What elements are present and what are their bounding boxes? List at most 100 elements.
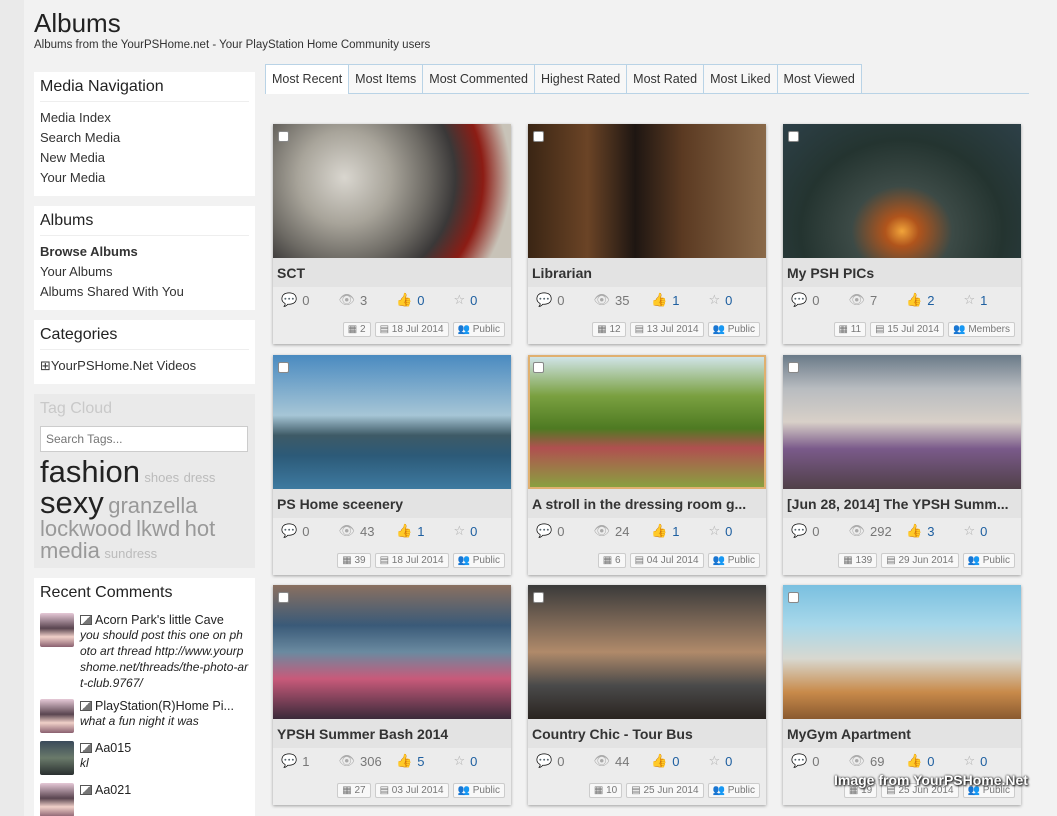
tag-dress[interactable]: dress (184, 470, 216, 485)
thumbs-up-icon[interactable]: 👍 (906, 753, 922, 769)
tag-granzella[interactable]: granzella (108, 493, 197, 518)
thumbs-up-icon[interactable]: 👍 (396, 523, 412, 539)
thumbs-up-icon[interactable]: 👍 (651, 523, 667, 539)
search-tags-input[interactable] (40, 426, 248, 452)
comment-title[interactable]: Aa021 (80, 783, 248, 797)
album-title[interactable]: A stroll in the dressing room g... (528, 489, 766, 518)
album-card[interactable]: PS Home sceenery 💬 0 👁 43 👍 1 ☆ 0 ▦ 39 ▤ 18 Jul 20… (273, 355, 511, 575)
album-thumbnail[interactable] (783, 585, 1021, 719)
likes-count[interactable]: 0 (417, 293, 424, 308)
star-icon[interactable]: ☆ (454, 523, 466, 539)
album-thumbnail[interactable] (273, 355, 511, 489)
likes-count[interactable]: 1 (672, 293, 679, 308)
tag-shoes[interactable]: shoes (144, 470, 179, 485)
album-card[interactable]: A stroll in the dressing room g... 💬 0 👁 24 👍… (528, 355, 766, 575)
select-checkbox[interactable] (788, 131, 799, 142)
expand-plus-icon[interactable]: ⊞ (40, 358, 51, 373)
select-checkbox[interactable] (278, 131, 289, 142)
star-icon[interactable]: ☆ (964, 292, 976, 308)
tab-most-commented[interactable]: Most Commented (422, 64, 535, 93)
star-icon[interactable]: ☆ (454, 292, 466, 308)
avatar[interactable] (40, 613, 74, 647)
avatar[interactable] (40, 699, 74, 733)
thumbs-up-icon[interactable]: 👍 (906, 523, 922, 539)
tag-fashion[interactable]: fashion (40, 454, 140, 489)
select-checkbox[interactable] (788, 592, 799, 603)
avatar[interactable] (40, 741, 74, 775)
tab-most-viewed[interactable]: Most Viewed (776, 64, 862, 93)
tag-sexy[interactable]: sexy (40, 485, 104, 520)
likes-count[interactable]: 5 (417, 754, 424, 769)
album-thumbnail[interactable] (273, 585, 511, 719)
album-thumbnail[interactable] (528, 355, 766, 489)
album-title[interactable]: [Jun 28, 2014] The YPSH Summ... (783, 489, 1021, 518)
comment-title[interactable]: PlayStation(R)Home Pi... (80, 699, 248, 713)
rating-count[interactable]: 0 (980, 754, 987, 769)
star-icon[interactable]: ☆ (709, 292, 721, 308)
rating-count[interactable]: 0 (470, 754, 477, 769)
rating-count[interactable]: 1 (980, 293, 987, 308)
tab-most-items[interactable]: Most Items (348, 64, 424, 93)
likes-count[interactable]: 1 (417, 524, 424, 539)
your-media-link[interactable]: Your Media (40, 168, 249, 188)
select-checkbox[interactable] (788, 362, 799, 373)
album-title[interactable]: SCT (273, 258, 511, 287)
star-icon[interactable]: ☆ (709, 753, 721, 769)
rating-count[interactable]: 0 (725, 754, 732, 769)
new-media-link[interactable]: New Media (40, 148, 249, 168)
album-thumbnail[interactable] (783, 355, 1021, 489)
tab-most-liked[interactable]: Most Liked (703, 64, 778, 93)
tag-sundress[interactable]: sundress (104, 546, 157, 561)
rating-count[interactable]: 0 (470, 293, 477, 308)
search-media-link[interactable]: Search Media (40, 128, 249, 148)
likes-count[interactable]: 1 (672, 524, 679, 539)
tag-hot[interactable]: hot (185, 516, 216, 541)
avatar[interactable] (40, 783, 74, 816)
select-checkbox[interactable] (533, 131, 544, 142)
select-checkbox[interactable] (533, 592, 544, 603)
album-thumbnail[interactable] (273, 124, 511, 258)
select-checkbox[interactable] (278, 592, 289, 603)
category-videos-link[interactable]: ⊞YourPSHome.Net Videos (40, 356, 249, 376)
thumbs-up-icon[interactable]: 👍 (396, 753, 412, 769)
album-title[interactable]: Librarian (528, 258, 766, 287)
album-title[interactable]: Country Chic - Tour Bus (528, 719, 766, 748)
album-card[interactable]: My PSH PICs 💬 0 👁 7 👍 2 ☆ 1 ▦ 11 ▤ 15 Jul 2014 👥 Me… (783, 124, 1021, 344)
thumbs-up-icon[interactable]: 👍 (651, 753, 667, 769)
your-albums-link[interactable]: Your Albums (40, 262, 249, 282)
album-thumbnail[interactable] (528, 124, 766, 258)
album-thumbnail[interactable] (783, 124, 1021, 258)
rating-count[interactable]: 0 (725, 524, 732, 539)
tag-lkwd[interactable]: lkwd (136, 516, 180, 541)
thumbs-up-icon[interactable]: 👍 (651, 292, 667, 308)
likes-count[interactable]: 0 (672, 754, 679, 769)
likes-count[interactable]: 2 (927, 293, 934, 308)
star-icon[interactable]: ☆ (454, 753, 466, 769)
album-card[interactable]: [Jun 28, 2014] The YPSH Summ... 💬 0 👁 292 👍 3 ☆… (783, 355, 1021, 575)
select-checkbox[interactable] (278, 362, 289, 373)
star-icon[interactable]: ☆ (964, 753, 976, 769)
tag-media[interactable]: media (40, 538, 100, 563)
album-thumbnail[interactable] (528, 585, 766, 719)
tab-most-recent[interactable]: Most Recent (265, 64, 350, 94)
thumbs-up-icon[interactable]: 👍 (906, 292, 922, 308)
rating-count[interactable]: 0 (980, 524, 987, 539)
comment-title[interactable]: Acorn Park's little Cave (80, 613, 248, 627)
album-card[interactable]: Country Chic - Tour Bus 💬 0 👁 44 👍 0 ☆ 0 ▦ 10 ▤ 25… (528, 585, 766, 805)
album-title[interactable]: My PSH PICs (783, 258, 1021, 287)
album-title[interactable]: YPSH Summer Bash 2014 (273, 719, 511, 748)
album-title[interactable]: PS Home sceenery (273, 489, 511, 518)
star-icon[interactable]: ☆ (709, 523, 721, 539)
likes-count[interactable]: 0 (927, 754, 934, 769)
tab-most-rated[interactable]: Most Rated (626, 64, 705, 93)
rating-count[interactable]: 0 (470, 524, 477, 539)
likes-count[interactable]: 3 (927, 524, 934, 539)
album-card[interactable]: Librarian 💬 0 👁 35 👍 1 ☆ 0 ▦ 12 ▤ 13 Jul 2014 👥 Pub… (528, 124, 766, 344)
albums-shared-link[interactable]: Albums Shared With You (40, 282, 249, 302)
thumbs-up-icon[interactable]: 👍 (396, 292, 412, 308)
album-card[interactable]: SCT 💬 0 👁 3 👍 0 ☆ 0 ▦ 2 ▤ 18 Jul 2014 👥 Public (273, 124, 511, 344)
album-card[interactable]: YPSH Summer Bash 2014 💬 1 👁 306 👍 5 ☆ 0 ▦ 27 ▤ 03 … (273, 585, 511, 805)
select-checkbox[interactable] (533, 362, 544, 373)
tab-highest-rated[interactable]: Highest Rated (533, 64, 628, 93)
browse-albums-link[interactable]: Browse Albums (40, 242, 249, 262)
